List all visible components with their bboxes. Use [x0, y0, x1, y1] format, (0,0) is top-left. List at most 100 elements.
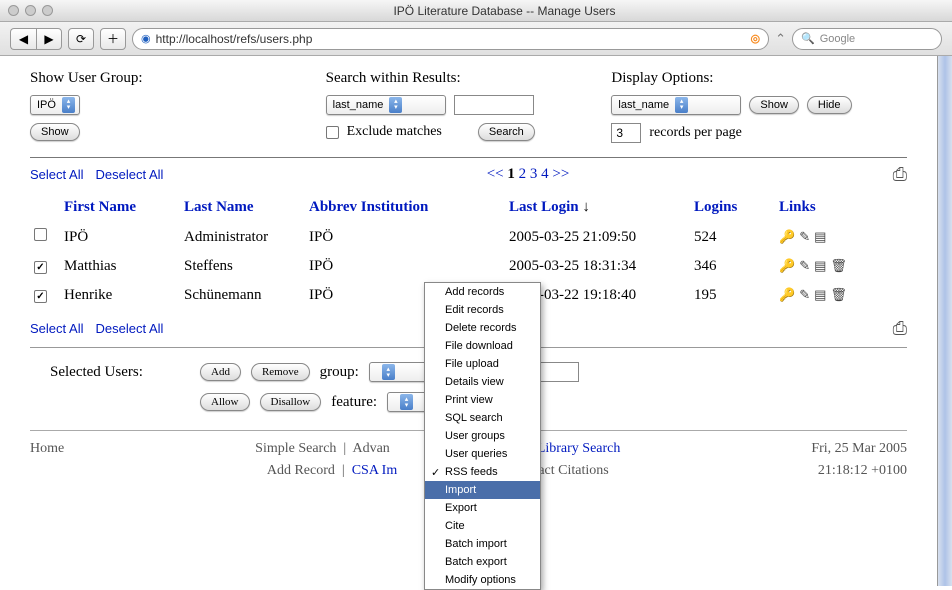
reload-button[interactable]: ⟳	[68, 28, 94, 50]
group-select-value: IPÖ	[37, 99, 56, 111]
search-value-input[interactable]	[454, 95, 534, 115]
search-field-select[interactable]: last_name	[326, 95, 446, 115]
footer-home[interactable]: Home	[30, 441, 64, 479]
detail-icon[interactable]: 🔑	[779, 258, 795, 273]
footer-date: Fri, 25 Mar 2005	[811, 441, 907, 457]
globe-icon: ◉	[141, 32, 151, 45]
select-all-link[interactable]: Select All	[30, 167, 83, 182]
detail-icon[interactable]: 🔑	[779, 229, 795, 244]
dropdown-item[interactable]: Edit records	[425, 301, 540, 319]
page-icon[interactable]: ▤	[814, 258, 826, 273]
url-text: http://localhost/refs/users.php	[156, 32, 313, 46]
cell-last-login: 2005-03-25 21:09:50	[505, 222, 690, 252]
records-per-page-input[interactable]	[611, 123, 641, 143]
minimize-window-icon[interactable]	[25, 5, 36, 16]
chevron-updown-icon	[400, 394, 413, 410]
page-icon[interactable]: ▤	[814, 229, 826, 244]
footer-csa-import[interactable]: CSA Im	[352, 463, 398, 478]
footer-library-search[interactable]: Library Search	[537, 441, 621, 456]
table-row: IPÖAdministratorIPÖ2005-03-25 21:09:5052…	[30, 222, 907, 252]
dropdown-item[interactable]: Export	[425, 499, 540, 517]
edit-icon[interactable]: ✎	[799, 258, 810, 273]
add-button[interactable]: Add	[200, 363, 241, 381]
pager-page-3[interactable]: 3	[530, 166, 538, 182]
back-button[interactable]: ◀	[10, 28, 36, 50]
dropdown-item[interactable]: RSS feeds	[425, 463, 540, 481]
allow-button[interactable]: Allow	[200, 393, 250, 411]
edit-icon[interactable]: ✎	[799, 229, 810, 244]
pager-page-2[interactable]: 2	[519, 166, 527, 182]
pager-prev[interactable]: <<	[487, 166, 508, 182]
table-row: MatthiasSteffensIPÖ2005-03-25 18:31:3434…	[30, 252, 907, 281]
dropdown-item[interactable]: Batch import	[425, 535, 540, 553]
dropdown-item[interactable]: Add records	[425, 283, 540, 301]
dropdown-item[interactable]: Import	[425, 481, 540, 499]
col-last-name[interactable]: Last Name	[184, 199, 254, 215]
col-abbrev[interactable]: Abbrev Institution	[309, 199, 428, 215]
col-logins[interactable]: Logins	[694, 199, 737, 215]
deselect-all-link[interactable]: Deselect All	[95, 167, 163, 182]
print-icon-bottom[interactable]: ⎙	[893, 318, 907, 339]
dropdown-item[interactable]: SQL search	[425, 409, 540, 427]
display-field-value: last_name	[618, 99, 669, 111]
dropdown-item[interactable]: User queries	[425, 445, 540, 463]
dropdown-item[interactable]: Print view	[425, 391, 540, 409]
rss-icon[interactable]: ◎	[750, 32, 760, 45]
cell-first-name: Matthias	[60, 252, 180, 281]
table-header-row: First Name Last Name Abbrev Institution …	[30, 193, 907, 222]
print-icon[interactable]: ⎙	[893, 164, 907, 185]
col-first-name[interactable]: First Name	[64, 199, 136, 215]
edit-icon[interactable]: ✎	[799, 287, 810, 302]
footer-add-record[interactable]: Add Record	[267, 463, 335, 478]
group-show-button[interactable]: Show	[30, 123, 80, 141]
cell-abbrev: IPÖ	[305, 252, 505, 281]
add-bookmark-button[interactable]: ＋	[100, 28, 126, 50]
row-checkbox[interactable]	[34, 290, 47, 303]
exclude-label: Exclude matches	[347, 124, 442, 140]
chevron-updown-icon	[675, 97, 688, 113]
search-label: Search within Results:	[326, 70, 612, 87]
dropdown-item[interactable]: Modify options	[425, 571, 540, 589]
dropdown-item[interactable]: User groups	[425, 427, 540, 445]
trash-icon[interactable]: 🗑	[830, 258, 847, 273]
exclude-checkbox[interactable]	[326, 126, 339, 139]
window-titlebar: IPÖ Literature Database -- Manage Users	[0, 0, 952, 22]
select-all-link-bottom[interactable]: Select All	[30, 321, 83, 336]
disallow-button[interactable]: Disallow	[260, 393, 322, 411]
display-label: Display Options:	[611, 70, 907, 87]
browser-toolbar: ◀ ▶ ⟳ ＋ ◉ http://localhost/refs/users.ph…	[0, 22, 952, 56]
window-controls[interactable]	[8, 5, 53, 16]
group-label: Show User Group:	[30, 70, 326, 87]
footer-simple-search[interactable]: Simple Search	[255, 441, 336, 456]
dropdown-item[interactable]: File download	[425, 337, 540, 355]
row-checkbox[interactable]	[34, 228, 47, 241]
trash-icon[interactable]: 🗑	[830, 287, 847, 302]
footer-advanced-left[interactable]: Advan	[352, 441, 389, 456]
display-field-select[interactable]: last_name	[611, 95, 741, 115]
dropdown-item[interactable]: Delete records	[425, 319, 540, 337]
dropdown-item[interactable]: File upload	[425, 355, 540, 373]
search-button[interactable]: Search	[478, 123, 535, 141]
feature-dropdown[interactable]: Add recordsEdit recordsDelete recordsFil…	[424, 282, 541, 590]
display-hide-button[interactable]: Hide	[807, 96, 852, 114]
deselect-all-link-bottom[interactable]: Deselect All	[95, 321, 163, 336]
dropdown-item[interactable]: Batch export	[425, 553, 540, 571]
remove-button[interactable]: Remove	[251, 363, 310, 381]
col-last-login[interactable]: Last Login	[509, 199, 579, 215]
url-bar[interactable]: ◉ http://localhost/refs/users.php ◎	[132, 28, 769, 50]
dropdown-item[interactable]: Cite	[425, 517, 540, 535]
row-checkbox[interactable]	[34, 261, 47, 274]
page-icon[interactable]: ▤	[814, 287, 826, 302]
group-select[interactable]: IPÖ	[30, 95, 80, 115]
browser-search[interactable]: 🔍 Google	[792, 28, 942, 50]
zoom-window-icon[interactable]	[42, 5, 53, 16]
close-window-icon[interactable]	[8, 5, 19, 16]
dropdown-item[interactable]: Details view	[425, 373, 540, 391]
pager-page-4[interactable]: 4	[541, 166, 549, 182]
pager-next[interactable]: >>	[552, 166, 569, 182]
cell-logins: 346	[690, 252, 775, 281]
display-show-button[interactable]: Show	[749, 96, 799, 114]
vertical-scrollbar[interactable]	[937, 56, 952, 586]
detail-icon[interactable]: 🔑	[779, 287, 795, 302]
forward-button[interactable]: ▶	[36, 28, 62, 50]
